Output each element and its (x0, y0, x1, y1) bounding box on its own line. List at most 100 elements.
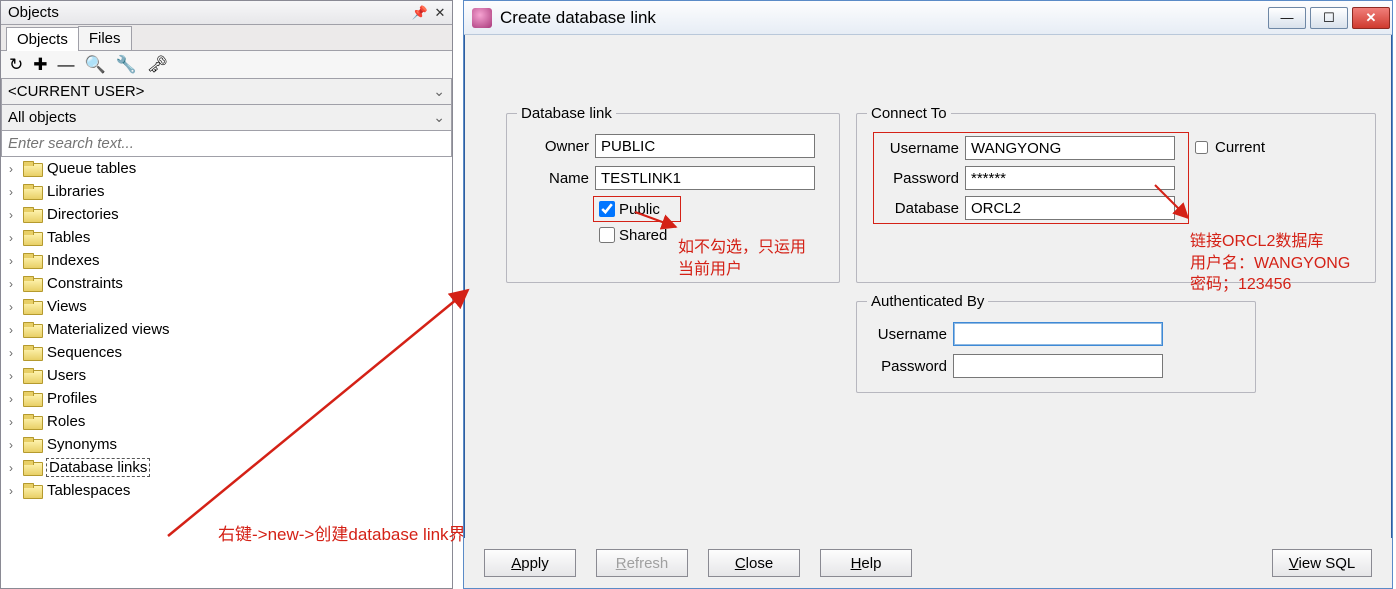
folder-icon (23, 437, 43, 453)
filter-dropdown[interactable]: All objects ⌄ (1, 105, 452, 131)
tree-item-label: Views (47, 298, 87, 315)
close-panel-icon[interactable]: ✕ (431, 4, 449, 22)
connect-database-input[interactable] (965, 196, 1175, 220)
maximize-button[interactable]: ☐ (1310, 7, 1348, 29)
tree-item[interactable]: ›Database links (1, 456, 452, 479)
group-database-link-legend: Database link (517, 105, 616, 122)
add-icon[interactable]: ✚ (33, 55, 47, 75)
auth-password-label: Password (867, 358, 947, 375)
tree-item[interactable]: › Users (1, 364, 452, 387)
search-box (1, 131, 452, 157)
chevron-right-icon: › (9, 254, 23, 268)
owner-input[interactable] (595, 134, 815, 158)
tree-item[interactable]: ›Directories (1, 203, 452, 226)
tree-item[interactable]: › Libraries (1, 180, 452, 203)
key-icon[interactable]: 🗝 (147, 55, 169, 75)
tree-item-label: Synonyms (47, 436, 117, 453)
tree-item[interactable]: › Tablespaces (1, 479, 452, 502)
tree-item-label: Profiles (47, 390, 97, 407)
minimize-button[interactable]: — (1268, 7, 1306, 29)
folder-icon (23, 345, 43, 361)
chevron-right-icon: › (9, 484, 23, 498)
chevron-right-icon: › (9, 231, 23, 245)
tree-item-label: Libraries (47, 183, 105, 200)
search-icon[interactable]: 🔍 (85, 55, 106, 75)
tree-item[interactable]: ›Constraints (1, 272, 452, 295)
objects-panel-title: Objects (8, 4, 59, 21)
chevron-right-icon: › (9, 346, 23, 360)
connect-username-label: Username (879, 140, 959, 157)
current-checkbox[interactable] (1195, 141, 1208, 154)
tree-item-label: Roles (47, 413, 85, 430)
tree-item[interactable]: ›Materialized views (1, 318, 452, 341)
tree-item[interactable]: ›Profiles (1, 387, 452, 410)
chevron-right-icon: › (9, 415, 23, 429)
tree-item-label: Users (47, 367, 86, 384)
view-sql-button[interactable]: View SQL (1272, 549, 1372, 577)
folder-icon (23, 322, 43, 338)
apply-button[interactable]: Apply (484, 549, 576, 577)
tree-item[interactable]: › Tables (1, 226, 452, 249)
tree-item-label: Database links (47, 459, 149, 476)
tab-objects[interactable]: Objects (6, 27, 79, 51)
wrench-icon[interactable]: 🔧 (116, 55, 137, 75)
refresh-icon[interactable]: ↻ (9, 55, 23, 75)
connect-username-input[interactable] (965, 136, 1175, 160)
objects-tree[interactable]: ›Queue tables›Libraries›Directories›Tabl… (1, 157, 452, 588)
close-button[interactable]: ✕ (1352, 7, 1390, 29)
name-label: Name (517, 170, 589, 187)
folder-icon (23, 230, 43, 246)
tree-item-label: Tablespaces (47, 482, 130, 499)
current-checkbox-row: Current (1191, 138, 1265, 157)
objects-panel-header: Objects 📌 ✕ (1, 1, 452, 25)
shared-checkbox[interactable] (599, 227, 615, 243)
folder-icon (23, 414, 43, 430)
tree-item[interactable]: › Views (1, 295, 452, 318)
tree-item[interactable]: › Roles (1, 410, 452, 433)
close-dialog-button[interactable]: Close (708, 549, 800, 577)
chevron-right-icon: › (9, 208, 23, 222)
chevron-right-icon: › (9, 162, 23, 176)
pin-icon[interactable]: 📌 (411, 4, 429, 22)
chevron-right-icon: › (9, 438, 23, 452)
chevron-down-icon: ⌄ (433, 83, 445, 100)
auth-password-input[interactable] (953, 354, 1163, 378)
connect-password-input[interactable] (965, 166, 1175, 190)
tab-files[interactable]: Files (78, 26, 132, 50)
dialog-titlebar[interactable]: Create database link — ☐ ✕ (464, 1, 1392, 35)
chevron-right-icon: › (9, 369, 23, 383)
folder-icon (23, 161, 43, 177)
help-button[interactable]: Help (820, 549, 912, 577)
folder-icon (23, 207, 43, 223)
chevron-right-icon: › (9, 185, 23, 199)
group-authenticated-by-legend: Authenticated By (867, 293, 988, 310)
name-input[interactable] (595, 166, 815, 190)
remove-icon[interactable]: — (58, 55, 75, 75)
tree-item-label: Queue tables (47, 160, 136, 177)
search-input[interactable] (2, 131, 451, 156)
scope-dropdown-value: <CURRENT USER> (8, 83, 144, 100)
objects-tabs: Objects Files (1, 25, 452, 51)
tree-item[interactable]: › Synonyms (1, 433, 452, 456)
shared-checkbox-row: Shared (595, 224, 829, 246)
tree-item-label: Sequences (47, 344, 122, 361)
connect-password-label: Password (879, 170, 959, 187)
objects-toolbar: ↻ ✚ — 🔍 🔧 🗝 (1, 51, 452, 79)
refresh-button[interactable]: Refresh (596, 549, 688, 577)
create-dblink-dialog: Create database link — ☐ ✕ Database link… (463, 0, 1393, 589)
chevron-right-icon: › (9, 323, 23, 337)
tree-item[interactable]: › Queue tables (1, 157, 452, 180)
tree-item[interactable]: › Sequences (1, 341, 452, 364)
tree-item-label: Indexes (47, 252, 100, 269)
tree-item-label: Tables (47, 229, 90, 246)
public-checkbox[interactable] (599, 201, 615, 217)
group-connect-to-legend: Connect To (867, 105, 951, 122)
group-connect-to: Connect To Username Password Database Cu… (856, 105, 1376, 283)
folder-icon (23, 368, 43, 384)
folder-icon (23, 184, 43, 200)
chevron-right-icon: › (9, 300, 23, 314)
tree-item[interactable]: › Indexes (1, 249, 452, 272)
auth-username-input[interactable] (953, 322, 1163, 346)
scope-dropdown[interactable]: <CURRENT USER> ⌄ (1, 79, 452, 105)
auth-username-label: Username (867, 326, 947, 343)
